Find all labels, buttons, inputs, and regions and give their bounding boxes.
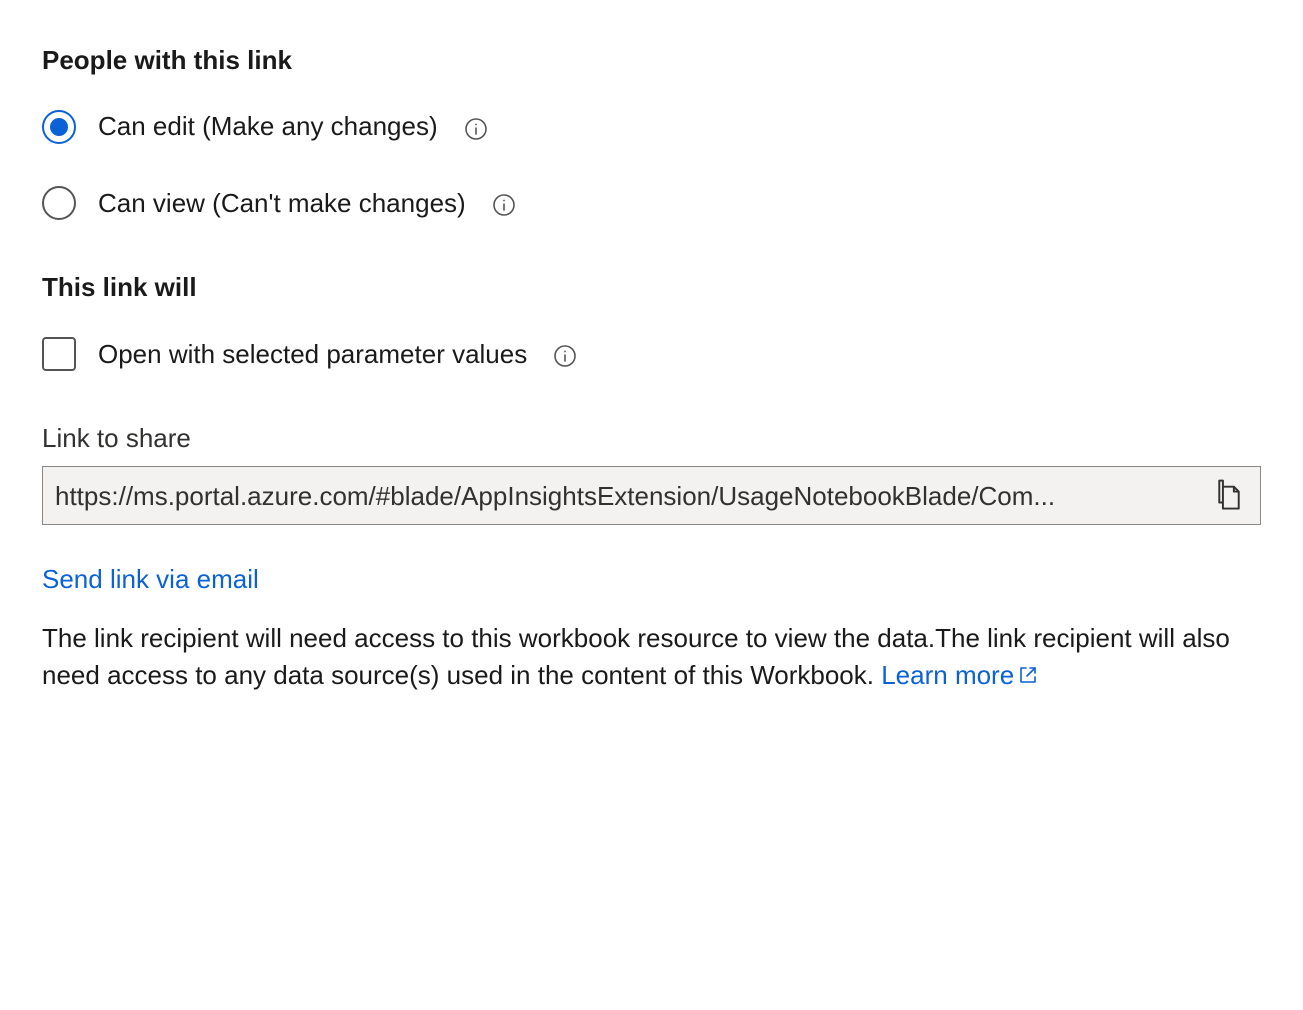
link-behavior-section: This link will Open with selected parame… (42, 269, 1261, 372)
radio-selected-icon (42, 110, 76, 144)
copy-icon (1214, 477, 1244, 514)
share-url-text[interactable]: https://ms.portal.azure.com/#blade/AppIn… (55, 474, 1200, 518)
learn-more-link[interactable]: Learn more (881, 660, 1038, 690)
link-share-box: https://ms.portal.azure.com/#blade/AppIn… (42, 466, 1261, 525)
radio-can-edit-label: Can edit (Make any changes) (98, 108, 438, 144)
checkbox-unchecked-icon[interactable] (42, 337, 76, 371)
radio-can-view[interactable]: Can view (Can't make changes) (42, 185, 1261, 221)
external-link-icon (1018, 665, 1038, 685)
access-note-text: The link recipient will need access to t… (42, 623, 1230, 691)
checkbox-open-with-params-label: Open with selected parameter values (98, 336, 527, 372)
checkbox-open-with-params-row[interactable]: Open with selected parameter values (42, 336, 1261, 372)
info-icon[interactable] (492, 193, 516, 217)
copy-link-button[interactable] (1210, 473, 1248, 518)
radio-unselected-icon (42, 186, 76, 220)
radio-can-view-label: Can view (Can't make changes) (98, 185, 466, 221)
info-icon[interactable] (553, 344, 577, 368)
link-share-label: Link to share (42, 420, 1261, 456)
permissions-section: People with this link Can edit (Make any… (42, 42, 1261, 221)
radio-can-edit[interactable]: Can edit (Make any changes) (42, 108, 1261, 144)
send-link-via-email[interactable]: Send link via email (42, 561, 259, 597)
permissions-heading: People with this link (42, 42, 1261, 78)
info-icon[interactable] (464, 117, 488, 141)
access-note: The link recipient will need access to t… (42, 620, 1261, 695)
link-behavior-heading: This link will (42, 269, 1261, 305)
link-share-section: Link to share https://ms.portal.azure.co… (42, 420, 1261, 695)
learn-more-label: Learn more (881, 660, 1014, 690)
